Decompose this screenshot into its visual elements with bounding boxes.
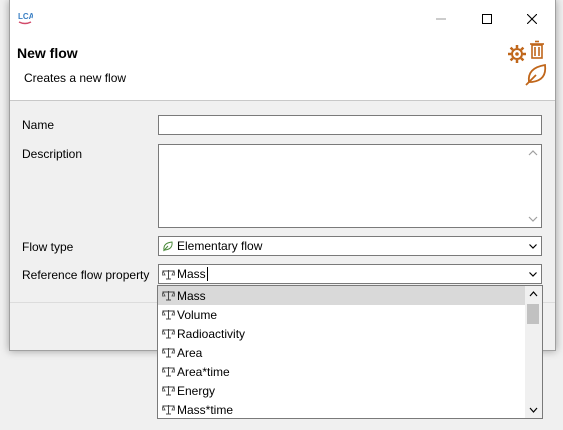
description-textarea[interactable] <box>158 144 542 228</box>
flow-type-value: Elementary flow <box>177 239 263 253</box>
trash-icon <box>530 40 544 59</box>
dropdown-option[interactable]: Mass <box>158 286 525 305</box>
dropdown-option-label: Energy <box>177 383 216 398</box>
close-icon <box>527 14 537 24</box>
dropdown-option-label: Radioactivity <box>177 326 246 341</box>
dropdown-option-label: Mass*time <box>177 402 234 417</box>
maximize-icon <box>482 14 492 24</box>
scroll-down-icon <box>529 407 538 413</box>
flow-wizard-icon <box>508 40 547 86</box>
description-label: Description <box>22 147 83 161</box>
dropdown-option[interactable]: Radioactivity <box>158 324 525 343</box>
dropdown-option-label: Mass <box>177 288 206 303</box>
minimize-button[interactable] <box>418 0 464 38</box>
dropdown-option[interactable]: Volume <box>158 305 525 324</box>
scale-icon <box>162 385 175 396</box>
reference-flow-property-dropdown: Mass Volume Radioactivity Area Area*time Ener… <box>157 285 543 419</box>
scale-icon <box>162 328 175 339</box>
dropdown-option-label: Volume <box>177 307 218 322</box>
description-scrollbar[interactable] <box>525 145 541 227</box>
close-button[interactable] <box>509 0 555 38</box>
scroll-up-icon <box>529 291 538 297</box>
maximize-button[interactable] <box>464 0 510 38</box>
chevron-down-icon[interactable] <box>525 237 541 255</box>
dropdown-option-label: Area*time <box>177 364 230 379</box>
dropdown-option[interactable]: Area*time <box>158 362 525 381</box>
scale-icon <box>162 290 175 301</box>
reference-flow-property-value: Mass <box>177 267 206 281</box>
dropdown-option[interactable]: Energy <box>158 381 525 400</box>
scale-icon <box>162 269 175 279</box>
dropdown-option-label: Area <box>177 345 203 360</box>
scroll-down-icon <box>528 216 538 222</box>
scale-icon <box>162 309 175 320</box>
scale-icon <box>162 366 175 377</box>
text-cursor <box>206 267 208 281</box>
scale-icon <box>162 347 175 358</box>
scale-icon <box>162 404 175 415</box>
name-input[interactable] <box>158 115 542 135</box>
app-logo: LCA <box>18 12 33 25</box>
svg-text:LCA: LCA <box>18 12 33 21</box>
leaf-icon <box>525 63 547 86</box>
page-title: New flow <box>17 45 78 61</box>
reference-flow-property-select[interactable]: Mass <box>158 264 542 284</box>
dialog-message: Creates a new flow <box>24 71 127 85</box>
chevron-down-icon[interactable] <box>525 265 541 283</box>
leaf-icon <box>163 241 173 252</box>
dropdown-option[interactable]: Mass*time <box>158 400 525 419</box>
name-label: Name <box>22 118 55 132</box>
flow-type-select[interactable]: Elementary flow <box>158 236 542 256</box>
reference-flow-property-label: Reference flow property <box>22 268 150 282</box>
dropdown-option[interactable]: Area <box>158 343 525 362</box>
scrollbar-thumb[interactable] <box>527 304 539 324</box>
dropdown-scrollbar[interactable] <box>525 286 542 418</box>
flow-type-label: Flow type <box>22 240 74 254</box>
dialog-header: New flow Creates a new flow <box>10 38 555 101</box>
title-bar: LCA <box>10 0 555 38</box>
gear-icon <box>508 45 526 63</box>
scroll-up-icon <box>528 150 538 156</box>
minimize-icon <box>436 18 446 20</box>
